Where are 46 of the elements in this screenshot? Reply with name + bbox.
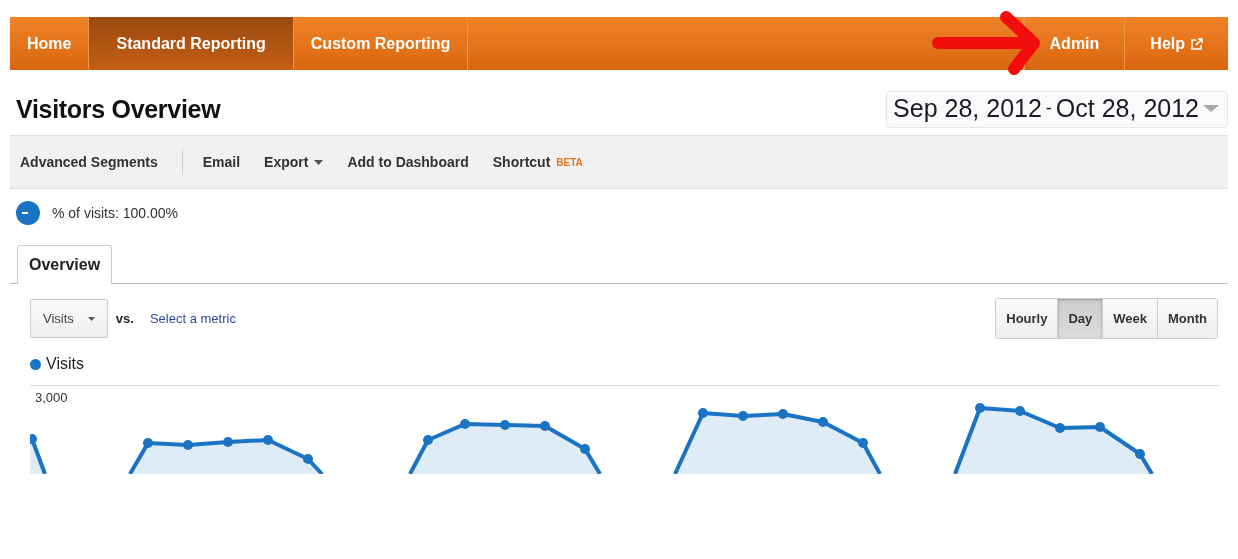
- data-point: [30, 434, 37, 444]
- interval-button[interactable]: Month: [1157, 299, 1217, 338]
- axis-label: 3,000: [35, 390, 68, 405]
- data-point: [303, 454, 313, 464]
- caret-icon: [87, 316, 95, 321]
- segment-label: % of visits: 100.00%: [52, 205, 179, 221]
- caret-icon: [314, 159, 324, 165]
- report-tab[interactable]: Overview: [17, 245, 113, 284]
- data-point: [858, 438, 868, 448]
- legend-label: Visits: [46, 355, 84, 373]
- data-point: [1095, 422, 1105, 432]
- data-point: [1015, 406, 1025, 416]
- toolbar-button[interactable]: Advanced Segments: [20, 154, 158, 170]
- toolbar-button[interactable]: Add to Dashboard: [347, 154, 469, 170]
- data-point: [223, 437, 233, 447]
- data-point: [460, 419, 470, 429]
- interval-button[interactable]: Day: [1057, 299, 1103, 338]
- data-point: [698, 408, 708, 418]
- metric-dropdown[interactable]: Visits: [30, 299, 108, 338]
- date-range-picker[interactable]: Sep 28, 2012 - Oct 28, 2012: [886, 90, 1228, 128]
- data-point: [580, 444, 590, 454]
- beta-label: BETA: [556, 156, 583, 168]
- external-link-icon: [1191, 37, 1203, 50]
- data-point: [540, 421, 550, 431]
- pie-chart-icon: [16, 201, 40, 225]
- page-title: Visitors Overview: [16, 94, 221, 124]
- data-point: [143, 438, 153, 448]
- legend-dot-icon: [30, 358, 41, 370]
- select-metric-link[interactable]: Select a metric: [149, 311, 236, 326]
- data-point: [263, 435, 273, 445]
- interval-button[interactable]: Week: [1102, 299, 1157, 338]
- data-point: [500, 420, 510, 430]
- data-point: [1135, 449, 1145, 459]
- data-point: [778, 409, 788, 419]
- interval-button[interactable]: Hourly: [996, 299, 1058, 338]
- dropdown-caret-icon: [1203, 103, 1219, 113]
- data-point: [183, 440, 193, 450]
- data-point: [1055, 423, 1065, 433]
- nav-tab[interactable]: Standard Reporting: [89, 17, 294, 70]
- data-point: [975, 403, 985, 413]
- toolbar-button[interactable]: Export: [264, 154, 324, 170]
- vs-label: vs.: [115, 311, 134, 326]
- toolbar-button[interactable]: Email: [202, 154, 241, 170]
- data-point: [818, 417, 828, 427]
- data-point: [738, 411, 748, 421]
- data-point: [423, 435, 433, 445]
